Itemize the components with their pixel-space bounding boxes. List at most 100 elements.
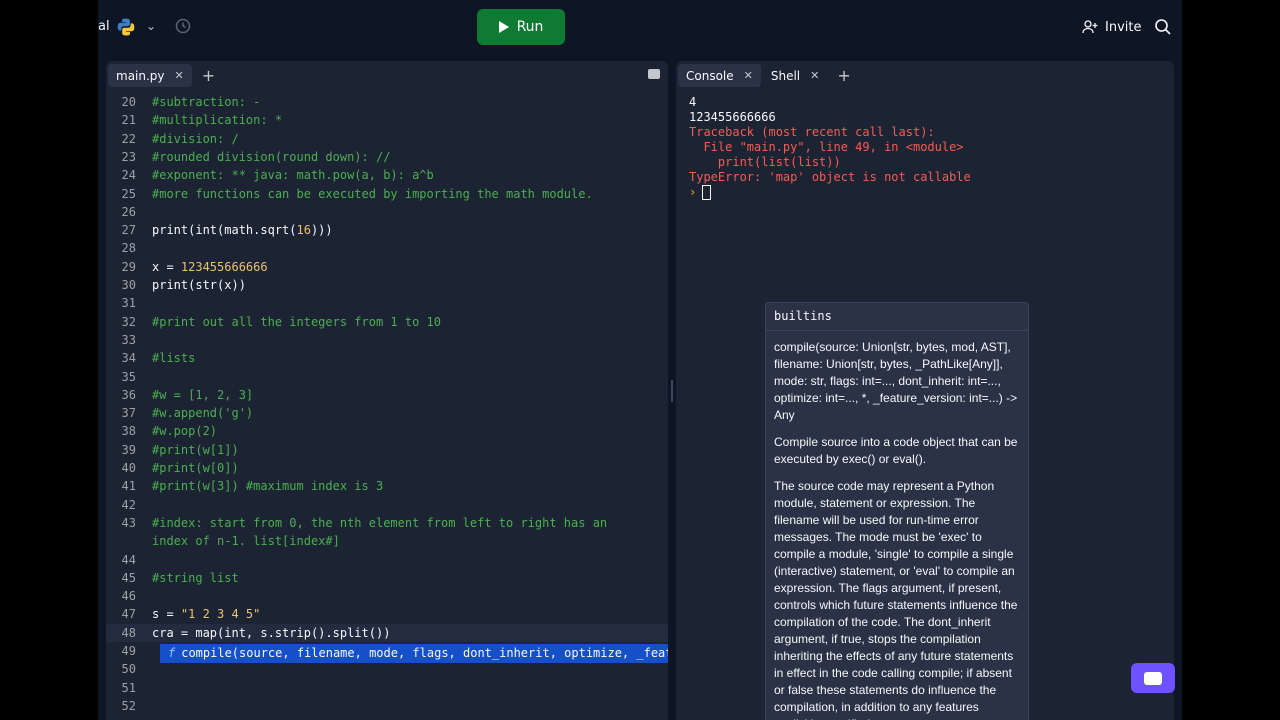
line-code[interactable]: s = "1 2 3 4 5" <box>152 605 260 623</box>
autocomplete-suggestion[interactable]: f compile(source, filename, mode, flags, … <box>160 644 668 663</box>
line-code[interactable]: #print(w[0]) <box>152 459 239 477</box>
line-number: 35 <box>121 369 136 384</box>
line-code[interactable]: print(str(x)) <box>152 276 246 294</box>
code-token: #multiplication: * <box>152 113 283 128</box>
code-line[interactable]: 21 #multiplication: * <box>106 111 668 129</box>
line-code[interactable]: #multiplication: * <box>152 111 282 129</box>
code-line[interactable]: 39 #print(w[1]) <box>106 441 668 459</box>
chevron-down-icon[interactable]: ⌄ <box>146 19 156 33</box>
invite-button[interactable]: Invite <box>1072 14 1162 40</box>
code-line[interactable]: 32 #print out all the integers from 1 to … <box>106 313 668 331</box>
line-code[interactable]: #print out all the integers from 1 to 10 <box>152 313 441 331</box>
code-line[interactable]: 25 #more functions can be executed by imp… <box>106 185 668 203</box>
code-line[interactable]: 52 <box>106 697 668 715</box>
line-code[interactable]: #lists <box>152 349 195 367</box>
line-number: 21 <box>121 113 136 128</box>
code-line[interactable]: 45 #string list <box>106 569 668 587</box>
line-number: 28 <box>121 241 136 256</box>
console-prompt[interactable]: › <box>689 185 971 200</box>
console-output[interactable]: 4 123455666666 Traceback (most recent call… <box>689 95 971 200</box>
code-line[interactable]: 29 x = 123455666666 <box>106 258 668 276</box>
line-code[interactable]: #print(w[3]) #maximum index is 3 <box>152 477 383 495</box>
chat-button[interactable] <box>1131 663 1175 693</box>
line-code[interactable]: #string list <box>152 569 239 587</box>
line-number: 27 <box>121 223 136 238</box>
line-code[interactable]: index of n-1. list[index#] <box>152 532 340 550</box>
line-number: 42 <box>121 497 136 512</box>
code-line[interactable]: 44 <box>106 551 668 569</box>
code-line[interactable]: 22 #division: / <box>106 130 668 148</box>
code-line[interactable]: 23 #rounded division(round down): // <box>106 148 668 166</box>
close-icon[interactable]: ✕ <box>175 69 184 82</box>
error-line: File "main.py", line 49, in <module> <box>689 140 964 154</box>
line-code[interactable]: print(int(math.sqrt(16))) <box>152 221 333 239</box>
plus-icon[interactable]: + <box>837 66 850 85</box>
code-line[interactable]: 51 <box>106 679 668 697</box>
code-token: #division: / <box>152 131 239 146</box>
resize-handle[interactable] <box>671 380 673 402</box>
search-icon[interactable] <box>1153 17 1173 37</box>
line-code[interactable]: #exponent: ** java: math.pow(a, b): a^b <box>152 166 434 184</box>
tab-label: Console <box>686 68 734 83</box>
code-token: #print(w[3]) #maximum index is 3 <box>152 479 384 494</box>
play-icon <box>498 21 509 33</box>
line-code[interactable]: #w.append('g') <box>152 404 253 422</box>
line-code[interactable]: #division: / <box>152 130 239 148</box>
line-number: 33 <box>121 332 136 347</box>
code-line[interactable]: 30 print(str(x)) <box>106 276 668 294</box>
line-number: 25 <box>121 186 136 201</box>
tab-main-py[interactable]: main.py ✕ <box>108 64 192 87</box>
run-button[interactable]: Run <box>477 9 565 45</box>
tab-console[interactable]: Console ✕ <box>678 64 761 87</box>
code-token: #w.append('g') <box>152 406 254 421</box>
code-line[interactable]: 36 #w = [1, 2, 3] <box>106 386 668 404</box>
code-line[interactable]: 31 <box>106 294 668 312</box>
project-name[interactable]: al <box>98 19 110 34</box>
line-code[interactable]: #index: start from 0, the nth element fr… <box>152 514 607 532</box>
close-icon[interactable]: ✕ <box>744 69 753 82</box>
code-token: #w.pop(2) <box>152 424 218 439</box>
code-line[interactable]: 46 <box>106 587 668 605</box>
line-code[interactable]: #w.pop(2) <box>152 422 217 440</box>
close-icon[interactable]: ✕ <box>810 69 819 82</box>
line-number: 37 <box>121 406 136 421</box>
code-line[interactable]: 26 <box>106 203 668 221</box>
line-code[interactable]: #w = [1, 2, 3] <box>152 386 253 404</box>
code-line[interactable]: 24 #exponent: ** java: math.pow(a, b): a^… <box>106 166 668 184</box>
code-line[interactable]: 42 <box>106 496 668 514</box>
code-line[interactable]: 41 #print(w[3]) #maximum index is 3 <box>106 477 668 495</box>
line-code[interactable]: #rounded division(round down): // <box>152 148 390 166</box>
code-line[interactable]: 20 #subtraction: - <box>106 93 668 111</box>
code-line[interactable]: 37 #w.append('g') <box>106 404 668 422</box>
code-line[interactable]: 28 <box>106 239 668 257</box>
plus-icon[interactable]: + <box>202 66 215 85</box>
code-token: #rounded division(round down): // <box>152 149 391 164</box>
code-line[interactable]: 34 #lists <box>106 349 668 367</box>
tab-shell[interactable]: Shell ✕ <box>763 64 828 87</box>
line-code[interactable]: x = 123455666666 <box>152 258 268 276</box>
replit-workspace: al ⌄ Run Invite main.py ✕ + 20 #subtract… <box>98 0 1182 720</box>
line-number: 29 <box>121 259 136 274</box>
history-icon[interactable] <box>174 17 192 35</box>
python-icon[interactable] <box>116 17 136 37</box>
line-number: 51 <box>121 680 136 695</box>
code-line[interactable]: 27 print(int(math.sqrt(16))) <box>106 221 668 239</box>
code-line[interactable]: 33 <box>106 331 668 349</box>
code-line[interactable]: 35 <box>106 368 668 386</box>
code-token: #lists <box>152 351 196 366</box>
code-line[interactable]: 38 #w.pop(2) <box>106 422 668 440</box>
code-token: "1 2 3 4 5" <box>180 607 261 622</box>
line-code[interactable]: #subtraction: - <box>152 93 260 111</box>
code-line[interactable]: 40 #print(w[0]) <box>106 459 668 477</box>
output-line: 4 <box>689 95 697 109</box>
code-line[interactable]: 43 #index: start from 0, the nth element … <box>106 514 668 532</box>
code-line[interactable]: 48 cra = map(int, s.strip().split()) <box>106 623 668 642</box>
line-number: 31 <box>121 296 136 311</box>
line-code[interactable]: #print(w[1]) <box>152 441 239 459</box>
code-line[interactable]: index of n-1. list[index#] <box>106 532 668 550</box>
line-code[interactable]: cra = map(int, s.strip().split()) <box>152 624 390 642</box>
line-code[interactable]: #more functions can be executed by impor… <box>152 185 593 203</box>
menu-icon[interactable] <box>648 69 660 79</box>
code-line[interactable]: 47 s = "1 2 3 4 5" <box>106 605 668 623</box>
line-number: 52 <box>121 698 136 713</box>
